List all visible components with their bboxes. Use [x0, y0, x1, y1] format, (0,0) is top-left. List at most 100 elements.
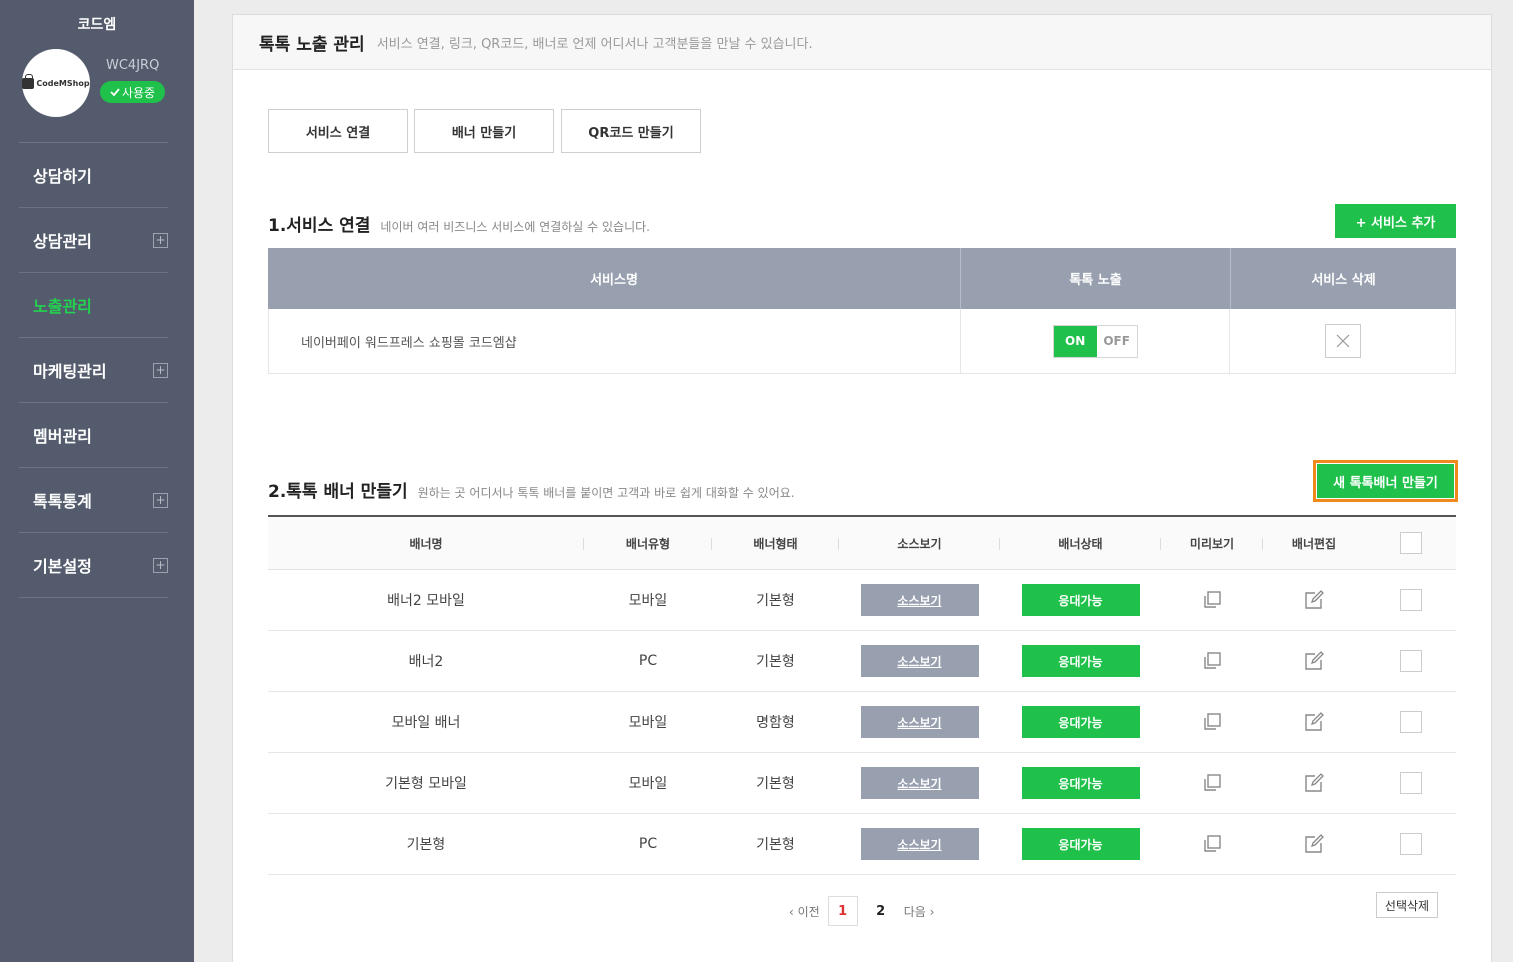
row-checkbox[interactable] [1399, 711, 1422, 733]
sidebar-item[interactable]: 마케팅관리 + [19, 338, 168, 403]
check-icon [110, 88, 120, 97]
banner-name: 기본형 모바일 [385, 776, 467, 792]
expand-plus-icon[interactable]: + [153, 362, 168, 378]
view-source-button[interactable]: 소스보기 [860, 828, 979, 860]
view-source-button[interactable]: 소스보기 [860, 584, 979, 616]
sidebar-item[interactable]: 상담관리 + [19, 208, 168, 273]
banner-type: 모바일 [628, 593, 668, 609]
edit-icon[interactable] [1303, 833, 1325, 855]
edit-icon[interactable] [1303, 711, 1325, 733]
tab-qr-create[interactable]: QR코드 만들기 [561, 109, 701, 153]
edit-icon[interactable] [1303, 589, 1325, 611]
brand-name: 코드엠 [77, 17, 117, 33]
status-badge: 사용중 [100, 81, 165, 103]
edit-cell [1263, 631, 1365, 691]
toggle-off[interactable]: OFF [1097, 326, 1137, 357]
preview-cell [1161, 753, 1263, 813]
column-header: 서비스 삭제 [1311, 273, 1376, 288]
table-row: 배너2 PC 기본형 소스보기 응대가능 [268, 631, 1456, 692]
new-banner-button[interactable]: 새 톡톡배너 만들기 [1313, 460, 1458, 502]
select-cell [1365, 753, 1456, 813]
column-header: 서비스명 [268, 248, 961, 309]
table-row: 네이버페이 워드프레스 쇼핑몰 코드엠샵 ON OFF [268, 309, 1456, 374]
sidebar-item-label: 마케팅관리 [33, 362, 107, 381]
delete-selected-button[interactable]: 선택삭제 [1376, 892, 1438, 918]
page-number-current[interactable]: 1 [827, 896, 858, 926]
status-cell: 응대가능 [1000, 570, 1161, 630]
sidebar-item-label: 멤버관리 [33, 427, 92, 446]
preview-copy-icon[interactable] [1201, 833, 1223, 855]
expand-plus-icon[interactable]: + [153, 557, 168, 573]
sidebar-item[interactable]: 상담하기 [19, 143, 168, 208]
service-section-header: 1.서비스 연결 네이버 여러 비즈니스 서비스에 연결하실 수 있습니다. [268, 211, 650, 236]
banner-type: PC [638, 653, 658, 669]
edit-icon[interactable] [1303, 772, 1325, 794]
preview-copy-icon[interactable] [1201, 650, 1223, 672]
page-number[interactable]: 2 [866, 896, 896, 926]
banner-section-description: 원하는 곳 어디서나 톡톡 배너를 붙이면 고객과 바로 쉽게 대화할 수 있어… [417, 486, 795, 500]
service-name: 네이버페이 워드프레스 쇼핑몰 코드엠샵 [269, 309, 961, 373]
preview-cell [1161, 814, 1263, 874]
main-panel: 톡톡 노출 관리 서비스 연결, 링크, QR코드, 배너로 언제 어디서나 고… [232, 14, 1492, 962]
close-icon [1336, 334, 1350, 348]
banner-form: 명함형 [756, 715, 795, 731]
preview-copy-icon[interactable] [1201, 589, 1223, 611]
exposure-cell: ON OFF [961, 309, 1231, 373]
sidebar-item-label: 상담하기 [33, 167, 92, 186]
table-row: 모바일 배너 모바일 명함형 소스보기 응대가능 [268, 692, 1456, 753]
sidebar-item[interactable]: 멤버관리 [19, 403, 168, 468]
view-source-button[interactable]: 소스보기 [860, 645, 979, 677]
toggle-on[interactable]: ON [1053, 325, 1097, 357]
next-page-link[interactable]: 다음 › [904, 903, 935, 920]
preview-copy-icon[interactable] [1201, 711, 1223, 733]
edit-cell [1263, 814, 1365, 874]
row-checkbox[interactable] [1399, 833, 1422, 855]
sidebar-item[interactable]: 노출관리 [19, 273, 168, 338]
banner-type: 모바일 [628, 715, 668, 731]
exposure-toggle[interactable]: ON OFF [1052, 324, 1138, 358]
column-header: 배너상태 [1000, 517, 1161, 569]
row-checkbox[interactable] [1399, 650, 1422, 672]
banner-section-header: 2.톡톡 배너 만들기 원하는 곳 어디서나 톡톡 배너를 붙이면 고객과 바로… [268, 477, 795, 502]
preview-cell [1161, 631, 1263, 691]
status-badge-label: 사용중 [121, 85, 156, 100]
delete-service-button[interactable] [1324, 324, 1361, 358]
column-header: 톡톡 노출 [961, 248, 1231, 309]
sidebar-item[interactable]: 톡톡통계 + [19, 468, 168, 533]
row-checkbox[interactable] [1399, 772, 1422, 794]
preview-cell [1161, 570, 1263, 630]
pagination: ‹ 이전 1 2 다음 › [789, 896, 934, 926]
banner-name: 배너2 모바일 [387, 593, 465, 609]
edit-icon[interactable] [1303, 650, 1325, 672]
sidebar: 코드엠 CodeMShop WC4JRQ 사용중 상담하기 상담관리 + 노출관리 마케… [0, 0, 194, 962]
sidebar-nav: 상담하기상담관리 + 노출관리마케팅관리 + 멤버관리톡톡통계 + 기본설정 + [19, 142, 168, 598]
source-cell: 소스보기 [839, 631, 1000, 691]
banner-status-badge[interactable]: 응대가능 [1021, 706, 1140, 738]
select-all-checkbox[interactable] [1399, 532, 1422, 554]
expand-plus-icon[interactable]: + [153, 232, 168, 248]
banner-form: 기본형 [756, 593, 795, 609]
view-source-button[interactable]: 소스보기 [860, 767, 979, 799]
service-section-title: 1.서비스 연결 [268, 216, 371, 236]
preview-copy-icon[interactable] [1201, 772, 1223, 794]
shopping-bag-icon [22, 73, 35, 89]
banner-status-badge[interactable]: 응대가능 [1021, 645, 1140, 677]
table-row: 배너2 모바일 모바일 기본형 소스보기 응대가능 [268, 570, 1456, 631]
banner-status-badge[interactable]: 응대가능 [1021, 828, 1140, 860]
sidebar-item-label: 상담관리 [33, 232, 92, 251]
select-cell [1365, 814, 1456, 874]
sidebar-item[interactable]: 기본설정 + [19, 533, 168, 598]
prev-page-link[interactable]: ‹ 이전 [789, 903, 820, 920]
tab-banner-create[interactable]: 배너 만들기 [414, 109, 554, 153]
view-source-button[interactable]: 소스보기 [860, 706, 979, 738]
row-checkbox[interactable] [1399, 589, 1422, 611]
expand-plus-icon[interactable]: + [153, 492, 168, 508]
banner-form: 기본형 [756, 776, 795, 792]
banner-status-badge[interactable]: 응대가능 [1021, 767, 1140, 799]
tab-service-connect[interactable]: 서비스 연결 [268, 109, 408, 153]
banner-status-badge[interactable]: 응대가능 [1021, 584, 1140, 616]
status-cell: 응대가능 [1000, 814, 1161, 874]
preview-cell [1161, 692, 1263, 752]
add-service-button[interactable]: + 서비스 추가 [1335, 204, 1456, 238]
table-row: 기본형 모바일 모바일 기본형 소스보기 응대가능 [268, 753, 1456, 814]
